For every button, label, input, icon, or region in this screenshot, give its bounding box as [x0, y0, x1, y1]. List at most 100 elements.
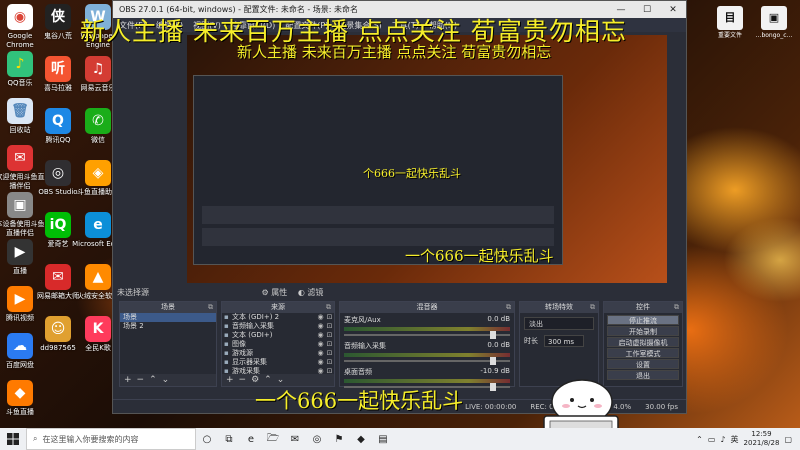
taskbar-app-icon[interactable]: ○	[196, 428, 218, 450]
add-icon[interactable]: +	[124, 375, 132, 385]
desktop-icon-important-files[interactable]: 目 重要文件	[710, 6, 750, 40]
windows-icon	[7, 433, 19, 445]
eye-icon[interactable]: ◉	[316, 313, 325, 322]
start-button[interactable]	[0, 428, 26, 450]
desktop-icon[interactable]: ◆ 斗鱼直播	[0, 380, 46, 417]
chevron-down-icon[interactable]: ⌄	[277, 375, 285, 385]
chevron-up-icon[interactable]: ⌃	[696, 435, 703, 444]
app-icon: ♪	[7, 51, 33, 77]
taskbar: ⌕ 在这里输入你要搜索的内容 ○ ⧉ e 🗁 ✉ ◎ ⚑ ◆ ▤ ⌃ ▭ ♪ 英 12:59 2…	[0, 428, 800, 450]
source-type-icon: ▪	[224, 349, 229, 357]
stream-bottom-text: 一个666一起快乐乱斗	[255, 389, 464, 413]
lock-icon[interactable]: ⊡	[325, 331, 334, 340]
eye-icon[interactable]: ◉	[316, 358, 325, 367]
dock-float-icon[interactable]: ⧉	[208, 302, 213, 313]
source-item[interactable]: ▪ 游戏源 ◉ ⊡	[222, 349, 334, 358]
gear-icon[interactable]: ⚙	[262, 288, 269, 297]
desktop-icon-label: 斗鱼直播	[6, 408, 34, 416]
channel-name: 音频输入采集	[344, 342, 386, 350]
transitions-title: 转场特效	[545, 303, 573, 311]
dock-float-icon[interactable]: ⧉	[326, 302, 331, 313]
scene-item[interactable]: 场景	[120, 313, 216, 322]
volume-slider[interactable]	[344, 357, 510, 365]
taskbar-app-icon[interactable]: ◎	[306, 428, 328, 450]
sources-title: 来源	[271, 303, 285, 311]
eye-icon[interactable]: ◉	[316, 331, 325, 340]
scenes-dock: 场景 ⧉ 场景 场景 2 + − ⌃ ⌄	[119, 301, 217, 387]
lock-icon[interactable]: ⊡	[325, 322, 334, 331]
taskbar-app-icon[interactable]: ◆	[350, 428, 372, 450]
eye-icon[interactable]: ◉	[316, 322, 325, 331]
dock-float-icon[interactable]: ⧉	[674, 302, 679, 313]
lock-icon[interactable]: ⊡	[325, 340, 334, 349]
taskbar-search-box[interactable]: ⌕ 在这里输入你要搜索的内容	[26, 428, 196, 450]
chevron-up-icon[interactable]: ⌃	[264, 375, 272, 385]
start-virtual-camera-button[interactable]: 启动虚拟摄像机	[607, 337, 679, 347]
source-type-icon: ▪	[224, 322, 229, 330]
notification-icon[interactable]: ▢	[784, 435, 792, 444]
duration-input[interactable]: 300 ms	[544, 335, 584, 347]
app-icon: ▣	[7, 192, 33, 218]
clock-time: 12:59	[751, 430, 772, 438]
taskbar-app-icon[interactable]: 🗁	[262, 428, 284, 450]
maximize-button[interactable]: ☐	[634, 5, 660, 15]
dock-float-icon[interactable]: ⧉	[506, 302, 511, 313]
channel-db: -10.9 dB	[480, 367, 510, 375]
properties-button[interactable]: 属性	[271, 288, 287, 297]
scenes-title: 场景	[161, 303, 175, 311]
audio-mixer-dock: 混音器 ⧉ 麦克风/Aux 0.0 dB 音频输入采集 0.0 dB 桌面音频 -10.9 …	[339, 301, 515, 391]
taskbar-app-icon[interactable]: e	[240, 428, 262, 450]
controls-title: 控件	[636, 303, 650, 311]
eye-icon[interactable]: ◉	[316, 349, 325, 358]
preview-mid-text: 一个666一起快乐乱斗	[405, 247, 554, 265]
volume-icon[interactable]: ♪	[720, 435, 725, 444]
settings-button[interactable]: 设置	[607, 359, 679, 369]
taskbar-app-icon[interactable]: ▤	[372, 428, 394, 450]
chevron-down-icon[interactable]: ⌄	[162, 375, 170, 385]
lock-icon[interactable]: ⊡	[325, 358, 334, 367]
preview-canvas[interactable]: 新人主播 未来百万主播 点点关注 荀富贵勿相忘 个666一起快乐乱斗 一个666…	[187, 35, 667, 283]
mixer-channel: 音频输入采集 0.0 dB	[344, 341, 510, 365]
source-type-icon: ▪	[224, 331, 229, 339]
source-item[interactable]: ▪ 文本 (GDI+) ◉ ⊡	[222, 331, 334, 340]
lock-icon[interactable]: ⊡	[325, 313, 334, 322]
filters-button[interactable]: 滤镜	[307, 288, 323, 297]
studio-mode-button[interactable]: 工作室模式	[607, 348, 679, 358]
slider-knob[interactable]	[490, 331, 496, 339]
source-item[interactable]: ▪ 文本 (GDI+) 2 ◉ ⊡	[222, 313, 334, 322]
taskbar-app-icon[interactable]: ✉	[284, 428, 306, 450]
stop-streaming-button[interactable]: 停止推流	[607, 315, 679, 325]
start-recording-button[interactable]: 开始录制	[607, 326, 679, 336]
remove-icon[interactable]: −	[239, 375, 247, 385]
clock[interactable]: 12:59 2021/8/28	[744, 430, 780, 448]
channel-db: 0.0 dB	[487, 315, 510, 323]
ime-indicator[interactable]: 英	[731, 434, 739, 445]
lock-icon[interactable]: ⊡	[325, 349, 334, 358]
app-icon: 侠	[45, 4, 71, 30]
app-icon: K	[85, 316, 111, 342]
close-button[interactable]: ✕	[660, 5, 686, 15]
dock-float-icon[interactable]: ⧉	[590, 302, 595, 313]
taskbar-app-icon[interactable]: ⚑	[328, 428, 350, 450]
app-icon: ◈	[85, 160, 111, 186]
source-item[interactable]: ▪ 音频输入采集 ◉ ⊡	[222, 322, 334, 331]
scene-item[interactable]: 场景 2	[120, 322, 216, 331]
source-name: 游戏源	[232, 349, 253, 357]
app-icon: iQ	[45, 212, 71, 238]
chevron-up-icon[interactable]: ⌃	[149, 375, 157, 385]
filter-icon[interactable]: ◐	[298, 288, 305, 297]
source-item[interactable]: ▪ 显示器采集 ◉ ⊡	[222, 358, 334, 367]
eye-icon[interactable]: ◉	[316, 340, 325, 349]
desktop-icon-bongo[interactable]: ▣ ...bongo_c...	[754, 6, 794, 40]
taskbar-app-icon[interactable]: ⧉	[218, 428, 240, 450]
gear-icon[interactable]: ⚙	[251, 375, 259, 385]
desktop-icon-label: ...bongo_c...	[755, 32, 793, 39]
slider-knob[interactable]	[490, 357, 496, 365]
remove-icon[interactable]: −	[137, 375, 145, 385]
network-icon[interactable]: ▭	[708, 435, 716, 444]
slider-knob[interactable]	[490, 383, 496, 391]
source-item[interactable]: ▪ 图像 ◉ ⊡	[222, 340, 334, 349]
add-icon[interactable]: +	[226, 375, 234, 385]
volume-slider[interactable]	[344, 331, 510, 339]
transition-select[interactable]: 淡出	[524, 317, 594, 330]
